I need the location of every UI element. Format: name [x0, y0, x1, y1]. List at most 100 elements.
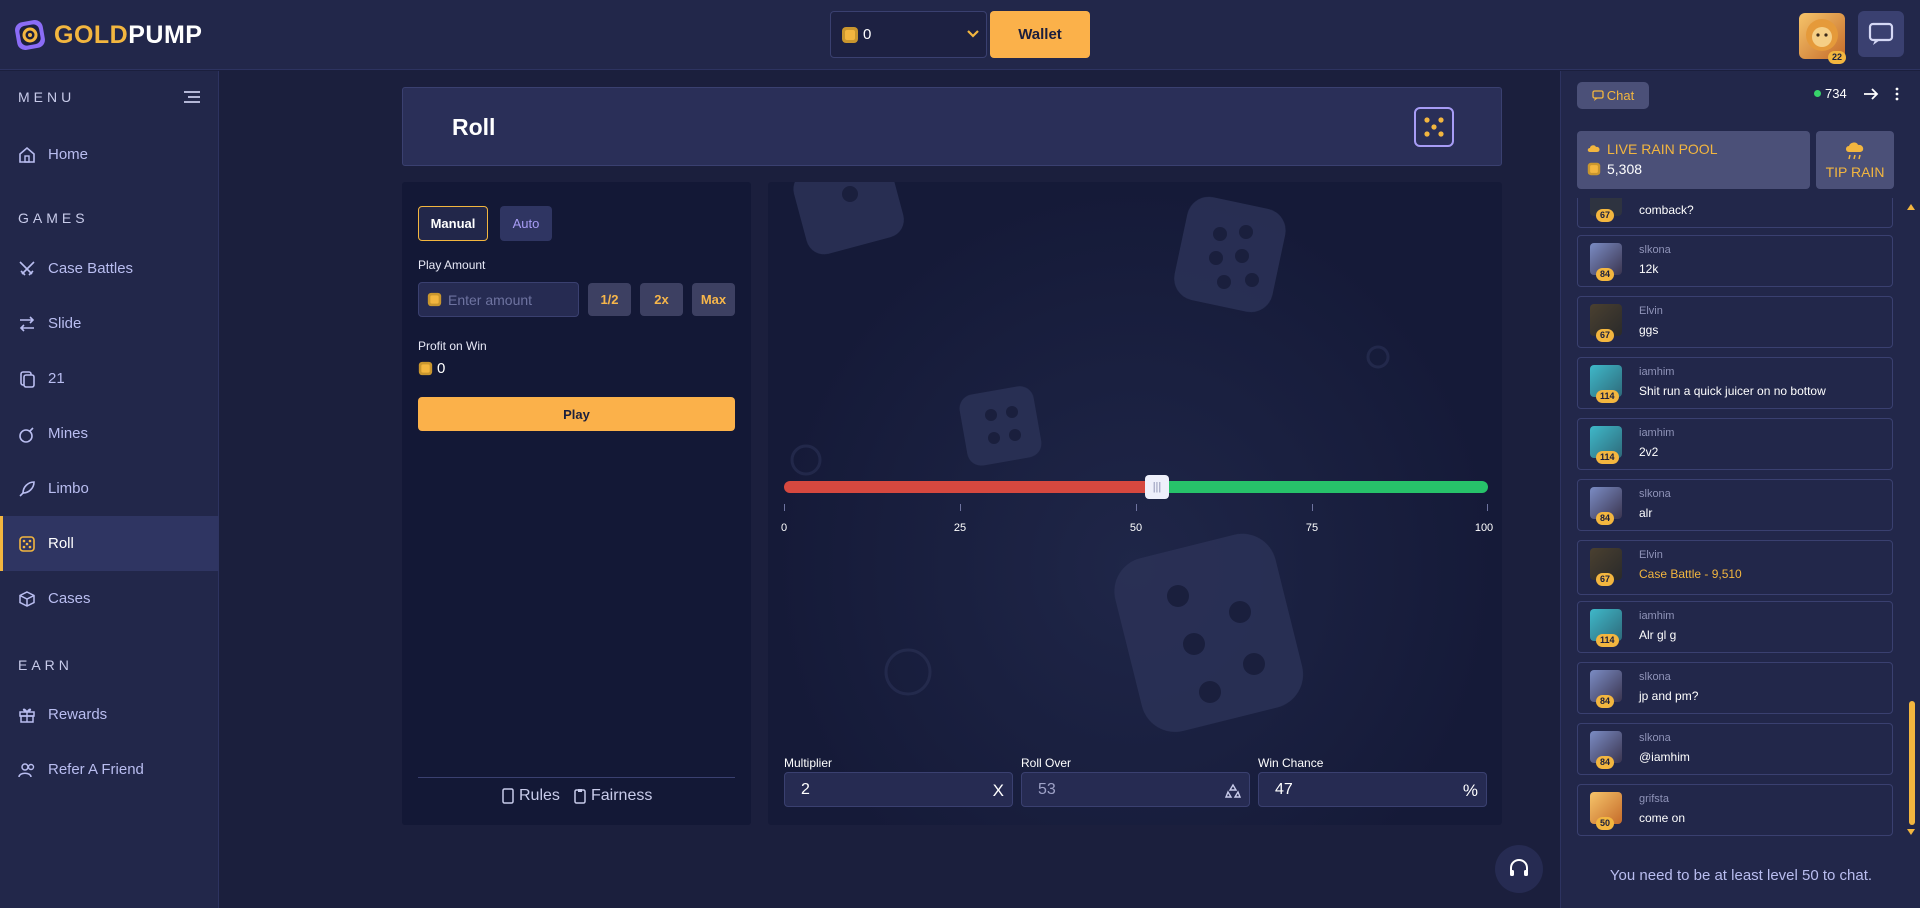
dice-background-illustration [790, 182, 1390, 732]
live-rain-pool: LIVE RAIN POOL 5,308 [1577, 131, 1810, 189]
chat-toggle-button[interactable] [1858, 11, 1904, 57]
logo-icon [15, 20, 45, 50]
sidebar-item-home[interactable]: Home [0, 127, 219, 182]
lose-range [784, 481, 1157, 493]
tab-auto[interactable]: Auto [500, 206, 552, 241]
chat-scrollbar[interactable] [1909, 701, 1915, 825]
play-button[interactable]: Play [418, 397, 735, 431]
chat-message: 114 iamhim 2v2 [1577, 418, 1893, 470]
username[interactable]: Elvin [1639, 305, 1663, 317]
scroll-up-icon[interactable] [1907, 204, 1915, 210]
user-level-badge: 22 [1828, 51, 1847, 64]
tick-mark [1487, 504, 1488, 511]
level-badge: 114 [1596, 634, 1619, 647]
multiplier-input[interactable]: 2 X [784, 772, 1013, 807]
rules-link[interactable]: Rules [501, 787, 560, 805]
roll-game-area: ||| 0 25 50 75 100 Multiplier 2 X Roll O… [768, 182, 1502, 825]
balance-value: 0 [863, 26, 872, 43]
sidebar-item-21[interactable]: 21 [0, 351, 219, 406]
username[interactable]: slkona [1639, 732, 1671, 744]
tab-chat[interactable]: Chat [1577, 82, 1649, 109]
chat-message: 114 iamhim Alr gl g [1577, 601, 1893, 653]
level-badge: 67 [1596, 209, 1615, 222]
win-chance-label: Win Chance [1258, 756, 1324, 770]
arrow-right-icon[interactable] [1863, 87, 1879, 101]
tip-rain-button[interactable]: TIP RAIN [1816, 131, 1894, 189]
dice-icon [19, 535, 35, 552]
rules-label: Rules [519, 787, 560, 804]
sidebar-item-label: Rewards [48, 706, 108, 723]
max-button[interactable]: Max [692, 283, 735, 316]
box-icon [19, 590, 35, 607]
slider-handle[interactable]: ||| [1145, 475, 1169, 499]
rocket-icon [19, 480, 35, 497]
username[interactable]: slkona [1639, 488, 1671, 500]
message-text[interactable]: Case Battle - 9,510 [1639, 567, 1742, 581]
half-button[interactable]: 1/2 [588, 283, 631, 316]
tab-manual[interactable]: Manual [418, 206, 488, 241]
multiplier-label: Multiplier [784, 756, 833, 770]
amount-placeholder: Enter amount [448, 291, 533, 308]
message-text: ggs [1639, 323, 1659, 337]
message-text: Shit run a quick juicer on no bottow [1639, 384, 1826, 398]
message-text: come on [1639, 811, 1686, 825]
arrows-swap-icon [19, 315, 35, 332]
username[interactable]: iamhim [1639, 366, 1674, 378]
win-chance-value: 47 [1275, 780, 1293, 798]
sidebar-item-label: Cases [48, 590, 91, 607]
sidebar-item-rewards[interactable]: Rewards [0, 687, 219, 742]
username[interactable]: Elvin [1639, 549, 1663, 561]
sidebar-item-mines[interactable]: Mines [0, 406, 219, 461]
level-badge: 50 [1596, 817, 1615, 830]
page-title: Roll [452, 114, 496, 140]
balance-selector[interactable]: 0 [830, 11, 987, 58]
clipboard-icon [574, 789, 586, 804]
scroll-down-icon[interactable] [1907, 829, 1915, 835]
win-chance-input[interactable]: 47 % [1258, 772, 1487, 807]
coin-icon [427, 292, 442, 307]
message-text: jp and pm? [1639, 689, 1699, 703]
tick-mark [1312, 504, 1313, 511]
username[interactable]: iamhim [1639, 610, 1674, 622]
sidebar-item-case-battles[interactable]: Case Battles [0, 241, 219, 296]
chat-message: 84 slkona jp and pm? [1577, 662, 1893, 714]
support-button[interactable] [1495, 845, 1543, 893]
headset-icon [1510, 858, 1528, 876]
tick-mark [960, 504, 961, 511]
sidebar-item-label: Limbo [48, 480, 89, 497]
sidebar-item-roll[interactable]: Roll [0, 516, 219, 571]
recycle-icon[interactable] [1225, 783, 1241, 799]
username[interactable]: iamhim [1639, 427, 1674, 439]
username[interactable]: slkona [1639, 671, 1671, 683]
dice-icon [1414, 107, 1454, 147]
sidebar: MENU Home GAMES Case Battles Slide 21 Mi… [0, 71, 219, 908]
sidebar-item-label: 21 [48, 370, 65, 387]
online-dot-icon [1814, 90, 1821, 97]
roll-over-label: Roll Over [1021, 756, 1072, 770]
double-button[interactable]: 2x [640, 283, 683, 316]
sidebar-item-limbo[interactable]: Limbo [0, 461, 219, 516]
crossed-swords-icon [19, 260, 35, 276]
user-avatar[interactable]: 22 [1799, 13, 1847, 64]
message-text: 2v2 [1639, 445, 1659, 459]
username[interactable]: slkona [1639, 244, 1671, 256]
username[interactable]: grifsta [1639, 793, 1669, 805]
sidebar-item-cases[interactable]: Cases [0, 571, 219, 626]
divider [418, 777, 735, 778]
chat-message: 84 slkona alr [1577, 479, 1893, 531]
brand-pump: PUMP [128, 20, 203, 49]
tick-label: 50 [1129, 522, 1143, 534]
amount-input[interactable]: Enter amount [418, 282, 579, 317]
wallet-button[interactable]: Wallet [990, 11, 1090, 58]
fairness-link[interactable]: Fairness [573, 787, 652, 805]
sidebar-item-refer-a-friend[interactable]: Refer A Friend [0, 742, 219, 797]
roll-over-input[interactable]: 53 [1021, 772, 1250, 807]
roll-slider-track[interactable] [784, 481, 1488, 493]
profit-value-row: 0 [418, 360, 445, 377]
sidebar-item-slide[interactable]: Slide [0, 296, 219, 351]
collapse-menu-icon[interactable] [183, 90, 201, 104]
chat-message: 114 iamhim Shit run a quick juicer on no… [1577, 357, 1893, 409]
more-options-icon[interactable] [1894, 87, 1900, 101]
level-badge: 84 [1596, 695, 1615, 708]
logo[interactable]: GOLDPUMP [12, 14, 212, 56]
